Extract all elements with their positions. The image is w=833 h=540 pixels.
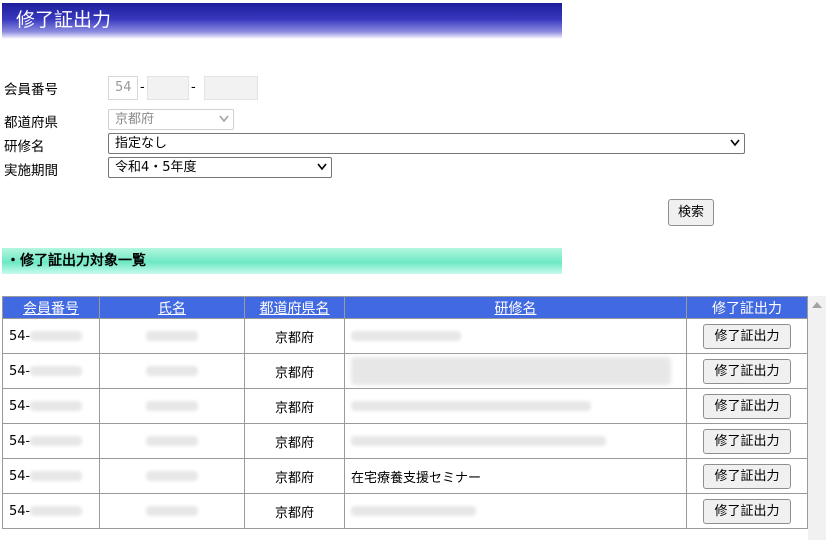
redacted-name bbox=[146, 331, 198, 341]
table-row: 54- 京都府 修了証出力 bbox=[2, 318, 808, 354]
redacted-course bbox=[351, 401, 591, 411]
cell-member-no: 54- bbox=[2, 423, 100, 459]
cell-course bbox=[344, 423, 687, 459]
cell-certificate: 修了証出力 bbox=[686, 353, 808, 389]
scroll-up-arrow-icon[interactable] bbox=[812, 302, 822, 308]
cell-course bbox=[344, 388, 687, 424]
prefecture-label: 都道府県 bbox=[4, 115, 58, 131]
table-row: 54- 京都府 在宅療養支援セミナー 修了証出力 bbox=[2, 458, 808, 494]
course-label: 研修名 bbox=[4, 139, 45, 155]
table-row: 54- 京都府 修了証出力 bbox=[2, 423, 808, 459]
cell-prefecture: 京都府 bbox=[244, 388, 345, 424]
table-scrollbar[interactable] bbox=[808, 296, 826, 540]
cell-name bbox=[99, 388, 245, 424]
cell-name bbox=[99, 458, 245, 494]
redacted-member-no bbox=[30, 331, 83, 341]
redacted-name bbox=[146, 506, 198, 516]
table-row: 54- 京都府 修了証出力 bbox=[2, 388, 808, 424]
cell-prefecture: 京都府 bbox=[244, 493, 345, 529]
header-course[interactable]: 研修名 bbox=[344, 296, 687, 319]
cell-course bbox=[344, 353, 687, 389]
member-no-dash-2: - bbox=[191, 80, 196, 95]
member-no-prefix: 54- bbox=[9, 398, 31, 414]
cell-prefecture: 京都府 bbox=[244, 318, 345, 354]
redacted-course bbox=[351, 506, 476, 516]
member-no-middle-field[interactable] bbox=[147, 76, 189, 100]
header-name[interactable]: 氏名 bbox=[99, 296, 245, 319]
period-select[interactable]: 令和4・5年度 bbox=[108, 157, 332, 178]
prefecture-select: 京都府 bbox=[108, 109, 234, 130]
member-no-prefix: 54- bbox=[9, 328, 31, 344]
course-select-value: 指定なし bbox=[115, 136, 168, 151]
cell-member-no: 54- bbox=[2, 493, 100, 529]
certificate-output-button[interactable]: 修了証出力 bbox=[703, 463, 791, 489]
member-no-dash-1: - bbox=[140, 80, 145, 95]
member-no-prefix: 54- bbox=[9, 503, 31, 519]
redacted-member-no bbox=[30, 506, 83, 516]
redacted-member-no bbox=[30, 436, 83, 446]
redacted-member-no bbox=[30, 471, 83, 481]
member-no-label: 会員番号 bbox=[4, 82, 58, 98]
redacted-member-no bbox=[30, 401, 83, 411]
redacted-name bbox=[146, 366, 198, 376]
header-prefecture[interactable]: 都道府県名 bbox=[244, 296, 345, 319]
search-button[interactable]: 検索 bbox=[668, 199, 714, 226]
prefecture-select-value: 京都府 bbox=[115, 112, 155, 127]
header-member-no[interactable]: 会員番号 bbox=[2, 296, 100, 319]
cell-member-no: 54- bbox=[2, 388, 100, 424]
certificate-output-button[interactable]: 修了証出力 bbox=[703, 498, 791, 524]
table-row: 54- 京都府 修了証出力 bbox=[2, 353, 808, 389]
cell-course bbox=[344, 318, 687, 354]
period-label: 実施期間 bbox=[4, 163, 58, 179]
cell-prefecture: 京都府 bbox=[244, 423, 345, 459]
certificate-output-button[interactable]: 修了証出力 bbox=[703, 323, 791, 349]
redacted-course bbox=[351, 357, 671, 385]
cell-member-no: 54- bbox=[2, 458, 100, 494]
chevron-down-icon bbox=[730, 139, 740, 147]
member-no-prefix-field: 54 bbox=[108, 76, 138, 100]
redacted-course bbox=[351, 436, 606, 446]
cell-name bbox=[99, 353, 245, 389]
cell-name bbox=[99, 423, 245, 459]
redacted-course bbox=[351, 331, 461, 341]
redacted-name bbox=[146, 401, 198, 411]
member-no-last-field[interactable] bbox=[204, 76, 258, 100]
cell-member-no: 54- bbox=[2, 318, 100, 354]
member-no-prefix: 54- bbox=[9, 363, 31, 379]
period-select-value: 令和4・5年度 bbox=[115, 160, 197, 175]
page-title: 修了証出力 bbox=[2, 3, 562, 39]
redacted-name bbox=[146, 471, 198, 481]
cell-member-no: 54- bbox=[2, 353, 100, 389]
member-no-prefix: 54- bbox=[9, 468, 31, 484]
redacted-member-no bbox=[30, 366, 83, 376]
cell-certificate: 修了証出力 bbox=[686, 458, 808, 494]
chevron-down-icon bbox=[219, 115, 229, 123]
chevron-down-icon bbox=[317, 163, 327, 171]
section-title: ・修了証出力対象一覧 bbox=[2, 248, 562, 274]
cell-certificate: 修了証出力 bbox=[686, 423, 808, 459]
cell-certificate: 修了証出力 bbox=[686, 318, 808, 354]
certificate-output-button[interactable]: 修了証出力 bbox=[703, 358, 791, 384]
certificate-output-button[interactable]: 修了証出力 bbox=[703, 428, 791, 454]
results-table: 会員番号 氏名 都道府県名 研修名 修了証出力 54- 京都府 修了証出力 54… bbox=[2, 296, 808, 529]
cell-name bbox=[99, 318, 245, 354]
cell-course: 在宅療養支援セミナー bbox=[344, 458, 687, 494]
cell-name bbox=[99, 493, 245, 529]
cell-certificate: 修了証出力 bbox=[686, 493, 808, 529]
member-no-prefix: 54- bbox=[9, 433, 31, 449]
redacted-name bbox=[146, 436, 198, 446]
course-select[interactable]: 指定なし bbox=[108, 133, 745, 154]
table-row: 54- 京都府 修了証出力 bbox=[2, 493, 808, 529]
cell-certificate: 修了証出力 bbox=[686, 388, 808, 424]
cell-prefecture: 京都府 bbox=[244, 458, 345, 494]
certificate-output-button[interactable]: 修了証出力 bbox=[703, 393, 791, 419]
cell-course bbox=[344, 493, 687, 529]
cell-prefecture: 京都府 bbox=[244, 353, 345, 389]
header-certificate: 修了証出力 bbox=[686, 296, 808, 319]
